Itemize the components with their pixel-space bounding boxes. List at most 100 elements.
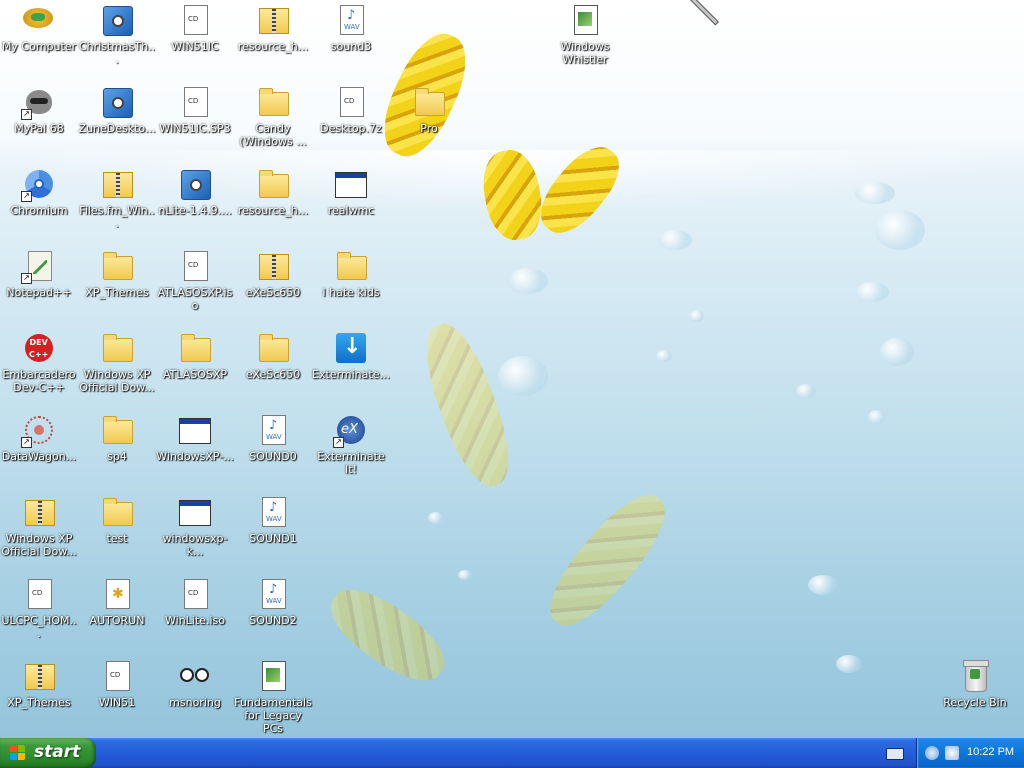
icon-label: XP_Themes bbox=[85, 286, 149, 299]
icon-label: WIN51IC bbox=[171, 40, 219, 53]
desktop-icon[interactable]: WIN51IC.SP3 bbox=[156, 82, 234, 152]
zip-folder-icon bbox=[257, 250, 289, 282]
document-icon bbox=[23, 578, 55, 610]
icon-label: sound3 bbox=[330, 40, 372, 53]
desktop-icon[interactable]: ATLASOSXP.iso bbox=[156, 246, 234, 316]
pen-cursor bbox=[690, 0, 719, 26]
icon-label: AUTORUN bbox=[89, 614, 145, 627]
network-icon[interactable] bbox=[925, 746, 939, 760]
desktop-icon[interactable]: sound3 bbox=[312, 0, 390, 70]
desktop: My Computer ↗ MyPal 68 ↗ Chromium ↗ Note… bbox=[0, 0, 1024, 738]
desktop-icon[interactable]: Exterminate... bbox=[312, 328, 390, 398]
desktop-icon[interactable]: test bbox=[78, 492, 156, 562]
desktop-icon[interactable]: resource_h... bbox=[234, 164, 312, 234]
desktop-icon[interactable]: WinLite.iso bbox=[156, 574, 234, 644]
wallpaper-bubble bbox=[868, 410, 886, 424]
desktop-icon[interactable]: ZuneDeskto... bbox=[78, 82, 156, 152]
desktop-icon[interactable]: XP_Themes bbox=[0, 656, 78, 726]
wallpaper-bubble bbox=[690, 310, 704, 322]
wav-icon bbox=[257, 414, 289, 446]
desktop-icon[interactable]: SOUND2 bbox=[234, 574, 312, 644]
document-icon bbox=[179, 250, 211, 282]
start-label: start bbox=[34, 742, 81, 762]
folder-icon bbox=[335, 250, 367, 282]
desktop-icon[interactable]: ULCPC_HOM... bbox=[0, 574, 78, 644]
desktop-icon[interactable]: I hate kids bbox=[312, 246, 390, 316]
icon-label: I hate kids bbox=[322, 286, 380, 299]
desktop-icon[interactable]: AUTORUN bbox=[78, 574, 156, 644]
folder-icon bbox=[179, 332, 211, 364]
volume-icon[interactable] bbox=[945, 746, 959, 760]
desktop-icon[interactable]: WIN51IC bbox=[156, 0, 234, 70]
icon-label: Fundamentals for Legacy PCs bbox=[234, 696, 312, 735]
desktop-icon[interactable]: ↗ DataWagon... bbox=[0, 410, 78, 480]
icon-label: WindowsXP-... bbox=[156, 450, 234, 463]
setup-icon bbox=[179, 168, 211, 200]
icon-label: Windows XP Official Dow... bbox=[1, 532, 77, 558]
desktop-icon[interactable]: Candy (Windows ... bbox=[234, 82, 312, 152]
desktop-icon[interactable]: WindowsXP-... bbox=[156, 410, 234, 480]
desktop-icon[interactable]: Pro bbox=[390, 82, 468, 152]
document-icon bbox=[179, 4, 211, 36]
desktop-icon[interactable]: Embarcadero Dev-C++ bbox=[0, 328, 78, 398]
icon-label: ChristmasTh... bbox=[78, 40, 156, 66]
icon-label: XP_Themes bbox=[7, 696, 71, 709]
desktop-icon[interactable]: Windows Whistler bbox=[546, 0, 624, 70]
desktop-icon[interactable]: sp4 bbox=[78, 410, 156, 480]
desktop-icon[interactable]: windowsxp-k... bbox=[156, 492, 234, 562]
icon-label: sp4 bbox=[107, 450, 127, 463]
raccoon-icon: ↗ bbox=[21, 86, 55, 120]
window-icon bbox=[335, 168, 367, 200]
icon-label: Windows Whistler bbox=[560, 40, 610, 66]
desktop-icon[interactable]: SOUND0 bbox=[234, 410, 312, 480]
wallpaper-bubble bbox=[508, 268, 548, 294]
windows-flag-icon bbox=[10, 745, 26, 761]
desktop-icon[interactable]: realwmc bbox=[312, 164, 390, 234]
wallpaper-bubble bbox=[796, 384, 816, 398]
desktop-icon[interactable]: ATLASOSXP bbox=[156, 328, 234, 398]
desktop-icon[interactable]: eXeSc650 bbox=[234, 328, 312, 398]
icon-label: WinLite.iso bbox=[165, 614, 225, 627]
desktop-icon[interactable]: My Computer bbox=[0, 0, 78, 70]
recycle-bin-icon bbox=[959, 660, 991, 692]
desktop-icon[interactable]: XP_Themes bbox=[78, 246, 156, 316]
icon-label: Notepad++ bbox=[6, 286, 72, 299]
zip-folder-icon bbox=[101, 168, 133, 200]
wallpaper-pasta bbox=[412, 315, 523, 495]
start-button[interactable]: start bbox=[0, 738, 96, 768]
shortcut-arrow-icon: ↗ bbox=[21, 191, 32, 202]
desktop-icon[interactable]: Recycle Bin bbox=[936, 656, 1014, 726]
folder-icon bbox=[101, 414, 133, 446]
wallpaper-bubble bbox=[658, 230, 692, 250]
desktop-icon[interactable]: WIN51 bbox=[78, 656, 156, 726]
desktop-icon[interactable]: msnoring bbox=[156, 656, 234, 726]
desktop-icon[interactable]: Desktop.7z bbox=[312, 82, 390, 152]
desktop-icon[interactable]: Fundamentals for Legacy PCs bbox=[234, 656, 312, 735]
zip-folder-icon bbox=[23, 660, 55, 692]
wallpaper-bubble bbox=[498, 356, 548, 396]
desktop-icon[interactable]: ↗ MyPal 68 bbox=[0, 82, 78, 152]
computer-icon bbox=[23, 4, 55, 36]
desktop-icon[interactable]: SOUND1 bbox=[234, 492, 312, 562]
desktop-icon[interactable]: ↗ Notepad++ bbox=[0, 246, 78, 316]
desktop-icon[interactable]: Windows XP Official Dow... bbox=[0, 492, 78, 562]
shortcut-arrow-icon: ↗ bbox=[21, 273, 32, 284]
desktop-icon[interactable]: Windows XP Official Dow... bbox=[78, 328, 156, 398]
shortcut-arrow-icon: ↗ bbox=[21, 109, 32, 120]
shortcut-arrow-icon: ↗ bbox=[333, 437, 344, 448]
keyboard-icon[interactable] bbox=[886, 748, 904, 760]
desktop-icon[interactable]: ↗ Exterminate It! bbox=[312, 410, 390, 480]
setup-icon bbox=[101, 86, 133, 118]
icon-label: WIN51 bbox=[98, 696, 136, 709]
desktop-icon[interactable]: ChristmasTh... bbox=[78, 0, 156, 70]
window-icon bbox=[179, 414, 211, 446]
desktop-icon[interactable]: Files.fm_Win... bbox=[78, 164, 156, 234]
desktop-icon[interactable]: eXeSc650 bbox=[234, 246, 312, 316]
icon-label: eXeSc650 bbox=[245, 286, 301, 299]
desktop-icon[interactable]: ↗ Chromium bbox=[0, 164, 78, 234]
desktop-icon[interactable]: resource_h... bbox=[234, 0, 312, 70]
icon-label: Files.fm_Win... bbox=[79, 204, 155, 230]
desktop-icon[interactable]: nLite-1.4.9.... bbox=[156, 164, 234, 234]
clock[interactable]: 10:22 PM bbox=[967, 746, 1014, 758]
icon-label: resource_h... bbox=[237, 40, 309, 53]
